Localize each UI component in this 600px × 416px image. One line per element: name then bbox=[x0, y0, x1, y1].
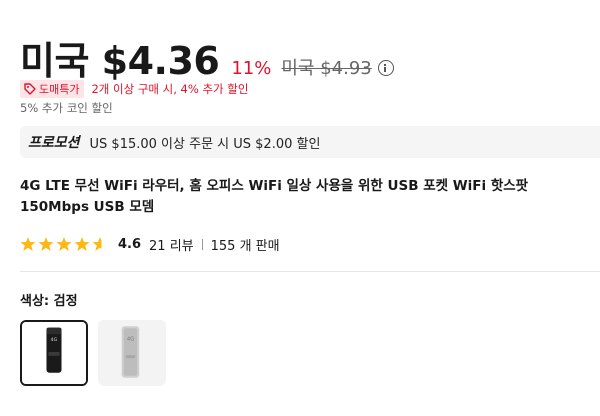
star-icon bbox=[56, 237, 72, 251]
info-icon[interactable] bbox=[377, 60, 394, 76]
star-icon bbox=[38, 237, 54, 251]
discount-percent: 11% bbox=[231, 58, 272, 79]
star-icon bbox=[20, 237, 36, 251]
review-count-link[interactable]: 21 리뷰 bbox=[149, 235, 194, 254]
promotion-text: US $15.00 이상 주문 시 US $2.00 할인 bbox=[89, 136, 321, 152]
black-modem-image: 4G bbox=[22, 322, 86, 384]
original-price: 미국 $4.93 bbox=[281, 58, 372, 79]
color-label: 색상: 검정 bbox=[20, 294, 78, 309]
svg-text:4G: 4G bbox=[127, 337, 134, 343]
half-star-icon bbox=[92, 237, 108, 251]
color-option-white[interactable]: 4G bbox=[98, 320, 166, 386]
divider bbox=[20, 271, 600, 272]
promotion-label: 프로모션 bbox=[28, 135, 80, 151]
rating-value: 4.6 bbox=[118, 236, 142, 252]
wholesale-badge-label: 도매특가 bbox=[39, 83, 80, 96]
bulk-discount-text: 2개 이상 구매 시, 4% 추가 할인 bbox=[91, 82, 249, 96]
separator bbox=[201, 238, 203, 250]
color-option-black[interactable]: 4G bbox=[20, 320, 88, 386]
product-title: 4G LTE 무선 WiFi 라우터, 홈 오피스 WiFi 일상 사용을 위한… bbox=[20, 178, 529, 215]
svg-text:4G: 4G bbox=[51, 337, 58, 343]
white-modem-image: 4G bbox=[99, 320, 165, 386]
sold-count: 155 개 판매 bbox=[210, 238, 280, 254]
star-icon bbox=[74, 237, 90, 251]
price-row: 미국 $4.36 11% 미국 $4.93 bbox=[20, 30, 394, 84]
rating-row: 4.6 21 리뷰 155 개 판매 bbox=[20, 234, 280, 254]
star-rating bbox=[20, 236, 110, 252]
wholesale-badge: 도매특가 bbox=[20, 80, 85, 98]
current-price: 미국 $4.36 bbox=[20, 39, 220, 83]
deal-row: 도매특가 2개 이상 구매 시, 4% 추가 할인 bbox=[20, 80, 248, 98]
promotion-box: 프로모션 US $15.00 이상 주문 시 US $2.00 할인 bbox=[20, 126, 600, 158]
tag-icon bbox=[24, 83, 36, 95]
coin-discount-text: 5% 추가 코인 할인 bbox=[20, 101, 113, 115]
